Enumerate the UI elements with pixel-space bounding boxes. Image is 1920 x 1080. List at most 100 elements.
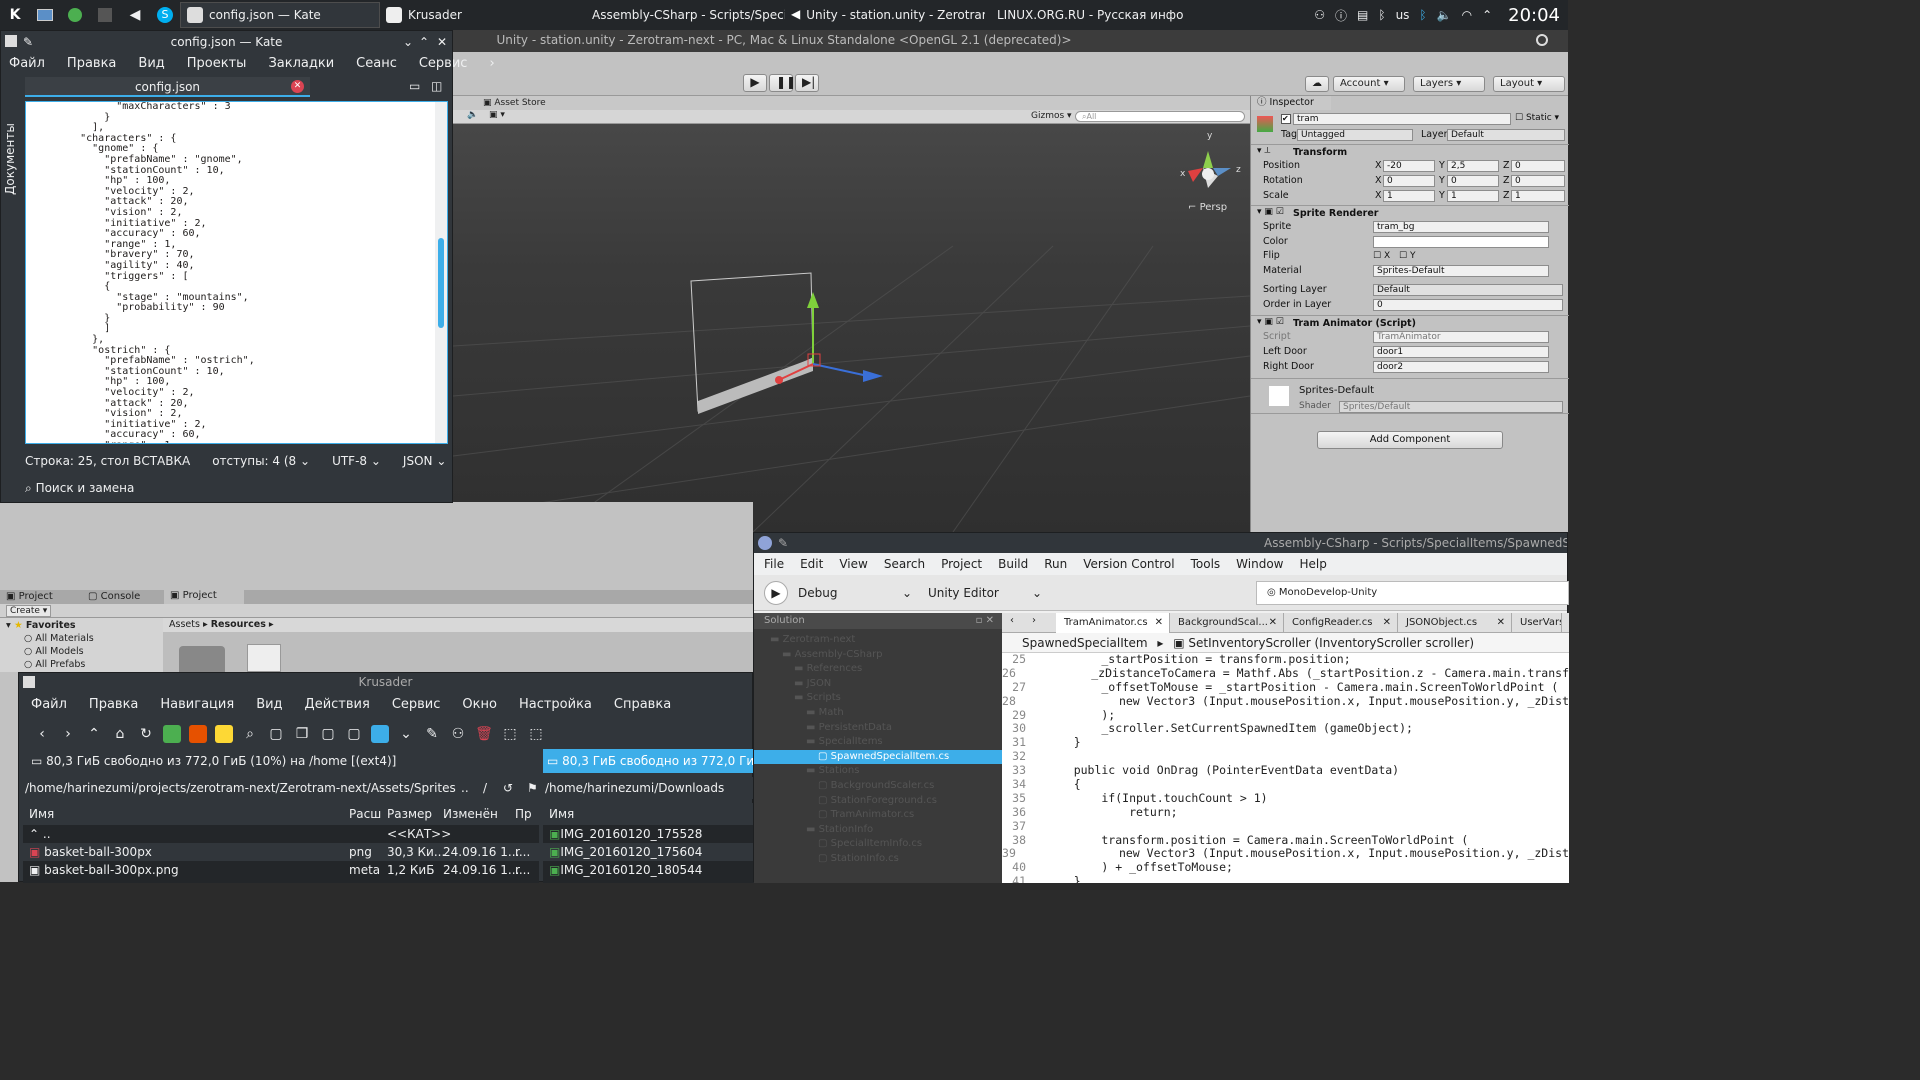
menu-view[interactable]: Вид <box>138 53 164 75</box>
left-path-bar[interactable]: /home/harinezumi/projects/zerotram-next/… <box>23 777 539 799</box>
back-icon[interactable]: ‹ <box>33 725 51 743</box>
tree-item[interactable]: ▬ JSON <box>754 677 1002 692</box>
rotation-z-field[interactable]: 0 <box>1511 175 1565 187</box>
copy-icon[interactable]: ❐ <box>293 725 311 743</box>
tab-project-active[interactable]: ▣ Project <box>164 590 244 604</box>
tree-item[interactable]: ▬ PersistentData <box>754 721 1002 736</box>
color-field[interactable] <box>1373 236 1549 248</box>
close-tab-icon[interactable]: ✕ <box>1383 613 1391 633</box>
menu-search[interactable]: Search <box>884 553 925 575</box>
bluetooth-icon[interactable]: ᛒ <box>1378 8 1385 22</box>
sprite-renderer-header[interactable]: Sprite Renderer <box>1251 205 1569 221</box>
right-path-bar[interactable]: /home/harinezumi/Downloads <box>543 777 754 799</box>
cursor-position[interactable]: Строка: 25, стол ВСТАВКА <box>25 449 190 473</box>
favorites-heading[interactable]: ▾ ★ Favorites <box>6 620 76 631</box>
wifi-icon[interactable]: ◠ <box>1462 8 1472 22</box>
bookmark-icon[interactable]: ⚑ <box>527 777 538 799</box>
menu-edit[interactable]: Edit <box>800 553 823 575</box>
scale-x-field[interactable]: 1 <box>1383 190 1435 202</box>
menu-tools[interactable]: Сервис <box>419 53 468 75</box>
tree-item[interactable]: ▬ StationInfo <box>754 823 1002 838</box>
menu-edit[interactable]: Правка <box>89 691 138 719</box>
tree-item[interactable]: ▢ StationInfo.cs <box>754 852 1002 867</box>
menu-help[interactable]: Справка <box>614 691 671 719</box>
file-row[interactable]: ▣ basket-ball-300px png 30,3 Ки... 24.09.16… <box>23 843 539 861</box>
search-replace-button[interactable]: ⌕ Поиск и замена <box>25 477 325 499</box>
scene-view[interactable]: y x z ⌐ Persp <box>453 96 1250 532</box>
layout-dropdown[interactable]: Layout ▾ <box>1493 76 1565 92</box>
tree-item[interactable]: ▬ Math <box>754 706 1002 721</box>
menu-actions[interactable]: Действия <box>305 691 370 719</box>
skype-icon[interactable]: S <box>154 4 176 26</box>
run-button[interactable]: ▶ <box>764 581 788 605</box>
transform-header[interactable]: Transform <box>1251 144 1569 160</box>
up-icon[interactable]: ⌃ <box>85 725 103 743</box>
flip-y-checkbox[interactable]: ☐ Y <box>1399 249 1415 263</box>
col-date[interactable]: Изменён <box>443 803 515 825</box>
class-breadcrumb[interactable]: SpawnedSpecialItem <box>1022 636 1148 650</box>
breadcrumb-assets[interactable]: Assets <box>169 619 200 630</box>
menu-build[interactable]: Build <box>998 553 1028 575</box>
scale-z-field[interactable]: 1 <box>1511 190 1565 202</box>
task-browser[interactable]: LINUX.ORG.RU - Русская инфо <box>985 2 1185 28</box>
menu-file[interactable]: File <box>764 553 784 575</box>
clock[interactable]: 20:04 <box>1508 5 1560 26</box>
editor-tab[interactable]: TramAnimator.cs ✕ <box>1056 613 1170 633</box>
code-editor[interactable]: 25 _startPosition = transform.position; 2… <box>1002 653 1569 883</box>
col-ext[interactable]: Расш <box>349 803 387 825</box>
material-field[interactable]: Sprites-Default <box>1373 265 1549 277</box>
tree-item[interactable]: ▢ StationForeground.cs <box>754 794 1002 809</box>
close-tab-icon[interactable]: ✕ <box>1155 613 1163 633</box>
favorite-item[interactable]: ○ All Materials <box>24 633 94 644</box>
move-icon[interactable]: ▢ <box>319 725 337 743</box>
breadcrumb-resources[interactable]: Resources <box>211 619 266 630</box>
scene-search-input[interactable]: ⌕All <box>1075 111 1245 122</box>
minimize-icon[interactable]: ⌄ <box>403 31 413 53</box>
refresh-icon[interactable]: ↻ <box>137 725 155 743</box>
tree-item[interactable]: ▬ Zerotram-next <box>754 633 1002 648</box>
documents-tab[interactable]: Документы <box>3 95 17 195</box>
menu-window[interactable]: Window <box>1236 553 1283 575</box>
effects-icon[interactable]: ▣ ▾ <box>489 110 505 120</box>
pack-icon[interactable] <box>215 725 233 743</box>
code-editor[interactable]: "maxCharacters" : 3 } ], "characters" : … <box>25 101 448 444</box>
grid-app-icon[interactable] <box>94 4 116 26</box>
view-icon[interactable]: ▢ <box>267 725 285 743</box>
root-dir-button[interactable]: / <box>483 777 487 799</box>
file-row[interactable]: ▣ IMG_20160120_180544 <box>543 861 754 879</box>
rotation-y-field[interactable]: 0 <box>1447 175 1499 187</box>
favorite-item[interactable]: ○ All Models <box>24 646 84 657</box>
menu-view[interactable]: Вид <box>256 691 282 719</box>
tree-item[interactable]: ▬ References <box>754 662 1002 677</box>
home-icon[interactable]: ⌂ <box>111 725 129 743</box>
encoding-dropdown[interactable]: UTF-8 ⌄ <box>332 449 381 473</box>
menu-file[interactable]: Файл <box>9 53 45 75</box>
add-component-button[interactable]: Add Component <box>1317 431 1503 449</box>
menu-edit[interactable]: Правка <box>67 53 116 75</box>
task-kate[interactable]: config.json — Kate <box>180 2 380 28</box>
history-icon[interactable]: ↺ <box>503 777 513 799</box>
menu-project[interactable]: Project <box>941 553 982 575</box>
tab-forward-icon[interactable]: › <box>1032 615 1036 626</box>
sync-icon[interactable]: ⬚ <box>527 725 545 743</box>
step-button[interactable]: ▶| <box>795 74 819 92</box>
menu-bookmarks[interactable]: Закладки <box>268 53 334 75</box>
tree-item[interactable]: ▢ BackgroundScaler.cs <box>754 779 1002 794</box>
close-tab-icon[interactable]: ✕ <box>1497 613 1505 633</box>
folder-icon[interactable] <box>179 646 225 672</box>
gizmo-z-axis[interactable] <box>812 363 869 377</box>
tab-project[interactable]: ▣ Project <box>6 591 53 602</box>
sprite-field[interactable]: tram_bg <box>1373 221 1549 233</box>
tree-item[interactable]: ▬ Assembly-CSharp <box>754 648 1002 663</box>
asset-store-tab[interactable]: ▣ Asset Store <box>483 98 546 108</box>
audio-icon[interactable]: 🔈 <box>467 110 478 120</box>
app-launcher-icon[interactable] <box>64 4 86 26</box>
pin-icon[interactable]: ✎ <box>23 31 33 53</box>
editor-tab[interactable]: UserVars. <box>1512 613 1562 633</box>
keyboard-layout[interactable]: us <box>1396 8 1410 22</box>
menu-tools[interactable]: Сервис <box>392 691 441 719</box>
position-y-field[interactable]: 2,5 <box>1447 160 1499 172</box>
config-dropdown[interactable]: Debug ⌄ <box>798 583 916 603</box>
object-name-input[interactable]: tram <box>1293 113 1511 125</box>
dropdown-icon[interactable]: ⌄ <box>397 725 415 743</box>
